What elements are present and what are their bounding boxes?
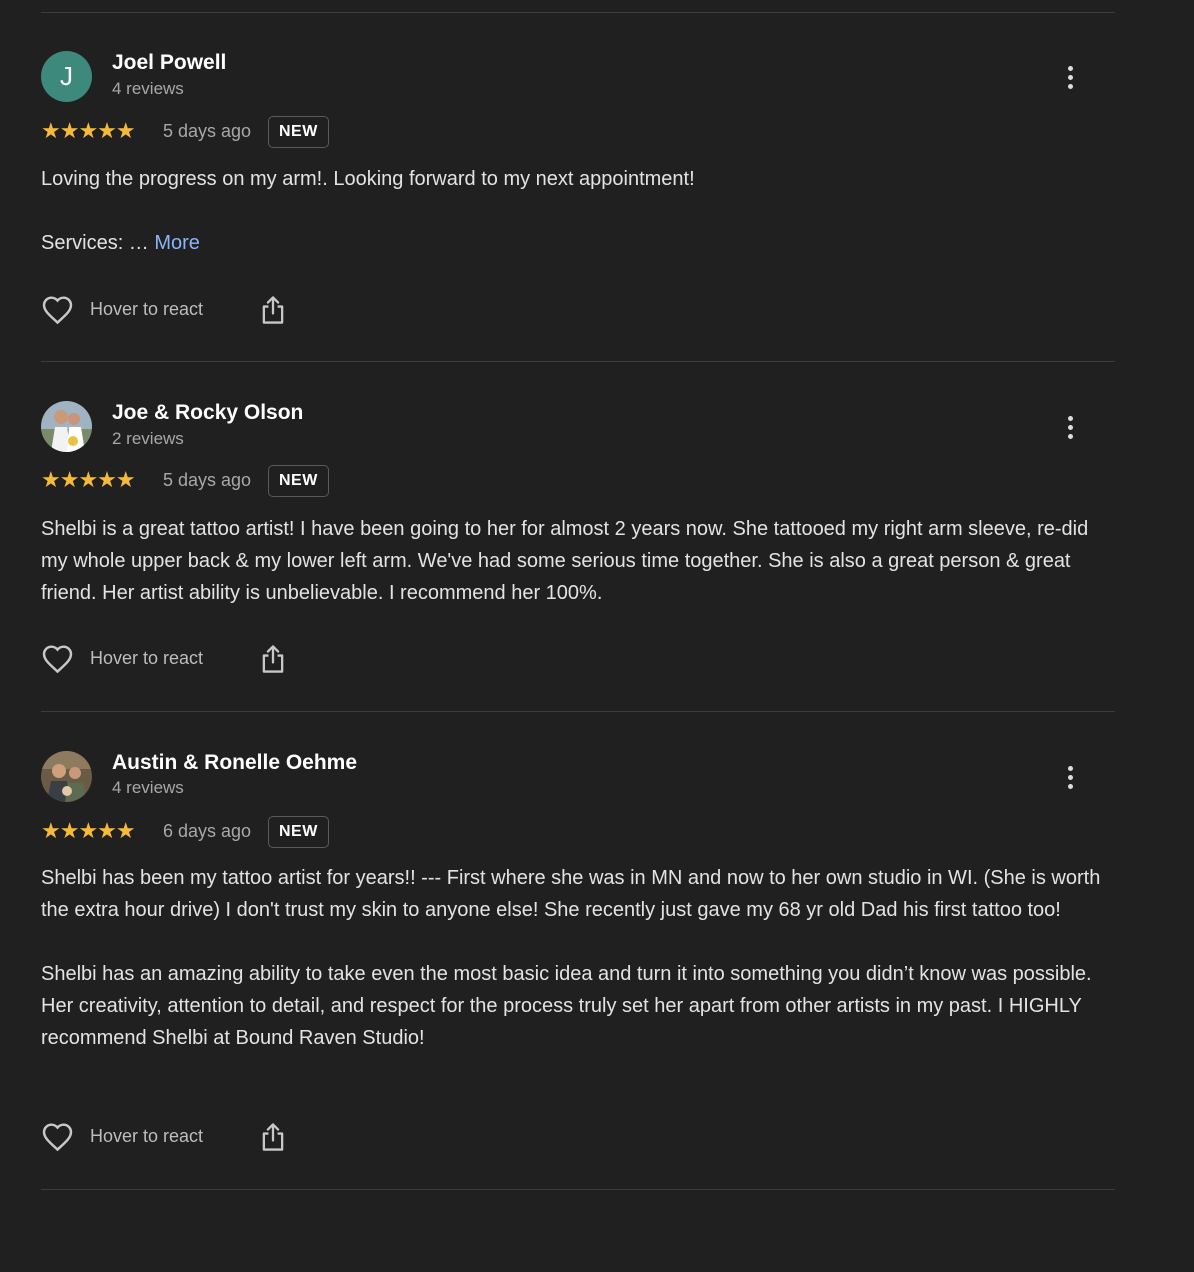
star-rating: ★★★★★ [41,818,136,843]
review-count: 4 reviews [112,778,184,797]
services-prefix: Services: … [41,232,155,254]
divider [41,361,1115,362]
hover-to-react-label[interactable]: Hover to react [90,648,203,669]
review-text: Loving the progress on my arm!. Looking … [41,163,1101,259]
review-count: 4 reviews [112,79,184,98]
new-badge: NEW [268,116,329,148]
review-paragraph: Shelbi has been my tattoo artist for yea… [41,867,1101,921]
review-actions: Hover to react [41,1121,301,1155]
review-actions: Hover to react [41,294,301,328]
star-rating: ★★★★★ [41,118,136,143]
heart-icon[interactable] [41,1121,74,1152]
more-options-menu-icon[interactable] [1056,61,1084,93]
share-icon[interactable] [259,294,287,326]
review-paragraph: Loving the progress on my arm!. Looking … [41,168,695,190]
divider-bottom [41,1189,1115,1190]
review-date: 5 days ago [163,121,252,141]
review-date: 5 days ago [163,470,252,490]
more-options-menu-icon[interactable] [1056,411,1084,443]
review-card-joe-rocky-olson: Joe & Rocky Olson 2 reviews ★★★★★ 5 days… [41,401,1115,691]
share-icon[interactable] [259,643,287,675]
review-text: Shelbi is a great tattoo artist! I have … [41,513,1101,609]
new-badge: NEW [268,465,329,497]
review-actions: Hover to react [41,643,301,677]
avatar[interactable] [41,401,92,452]
heart-icon[interactable] [41,643,74,674]
review-paragraph: Shelbi has an amazing ability to take ev… [41,963,1092,1049]
share-icon[interactable] [259,1121,287,1153]
hover-to-react-label[interactable]: Hover to react [90,299,203,320]
heart-icon[interactable] [41,294,74,325]
new-badge: NEW [268,816,329,848]
star-rating: ★★★★★ [41,467,136,492]
reviewer-name[interactable]: Austin & Ronelle Oehme [112,751,357,775]
hover-to-react-label[interactable]: Hover to react [90,1126,203,1147]
avatar[interactable]: J [41,51,92,102]
review-paragraph: Shelbi is a great tattoo artist! I have … [41,518,1089,604]
more-options-menu-icon[interactable] [1056,761,1084,793]
more-link[interactable]: More [154,232,200,254]
review-count: 2 reviews [112,429,184,448]
avatar[interactable] [41,751,92,802]
reviewer-name[interactable]: Joe & Rocky Olson [112,401,303,425]
divider [41,711,1115,712]
divider-top [41,12,1115,13]
review-date: 6 days ago [163,821,252,841]
services-line: Services: … More [41,227,1101,259]
review-card-austin-ronelle-oehme: Austin & Ronelle Oehme 4 reviews ★★★★★ 6… [41,751,1115,1171]
review-text: Shelbi has been my tattoo artist for yea… [41,862,1101,1054]
reviewer-name[interactable]: Joel Powell [112,51,226,75]
review-card-joel-powell: J Joel Powell 4 reviews ★★★★★ 5 days ago… [41,51,1115,341]
